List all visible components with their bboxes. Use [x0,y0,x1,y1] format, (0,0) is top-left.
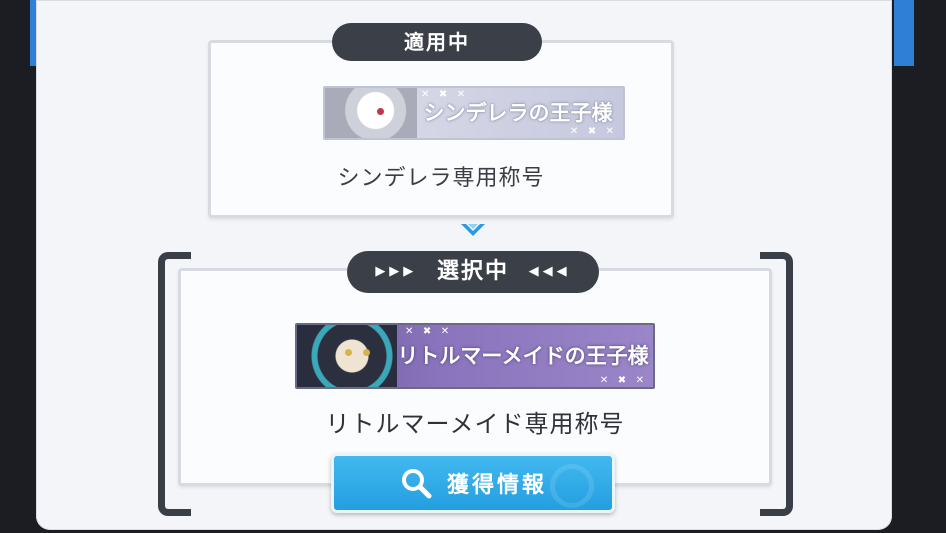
acquisition-info-label: 獲得情報 [446,473,547,498]
selected-title-name: リトルマーメイド専用称号 [325,410,625,438]
acquisition-info-button[interactable]: 獲得情報 [331,453,615,513]
portrait-eye [377,108,384,115]
character-portrait [325,88,417,138]
character-portrait [297,325,397,387]
applied-status-pill: 適用中 [332,23,542,61]
applied-title-name: シンデレラ専用称号 [337,166,545,191]
pill-arrows-right: ◀◀◀ [528,264,571,279]
banner-decor-bottom: ✕ ✖ ✕ [599,375,647,386]
side-accent-right [894,0,914,66]
search-icon [401,469,432,499]
chevron-down-icon [461,224,485,236]
applied-status-label: 適用中 [404,30,470,54]
banner-decor-bottom: ✕ ✖ ✕ [569,126,617,137]
applied-title-banner: ✕ ✖ ✕ シンデレラの王子様 ✕ ✖ ✕ [323,86,625,140]
portrait-eye [345,349,352,356]
portrait-eye [363,349,370,356]
selected-status-pill: ▶▶▶ 選択中 ◀◀◀ [347,251,599,293]
selected-status-label: 選択中 [436,259,509,284]
selected-title-banner: ✕ ✖ ✕ リトルマーメイドの王子様 ✕ ✖ ✕ [295,323,655,389]
pill-arrows-left: ▶▶▶ [375,264,418,279]
button-decor-circle [550,464,594,508]
